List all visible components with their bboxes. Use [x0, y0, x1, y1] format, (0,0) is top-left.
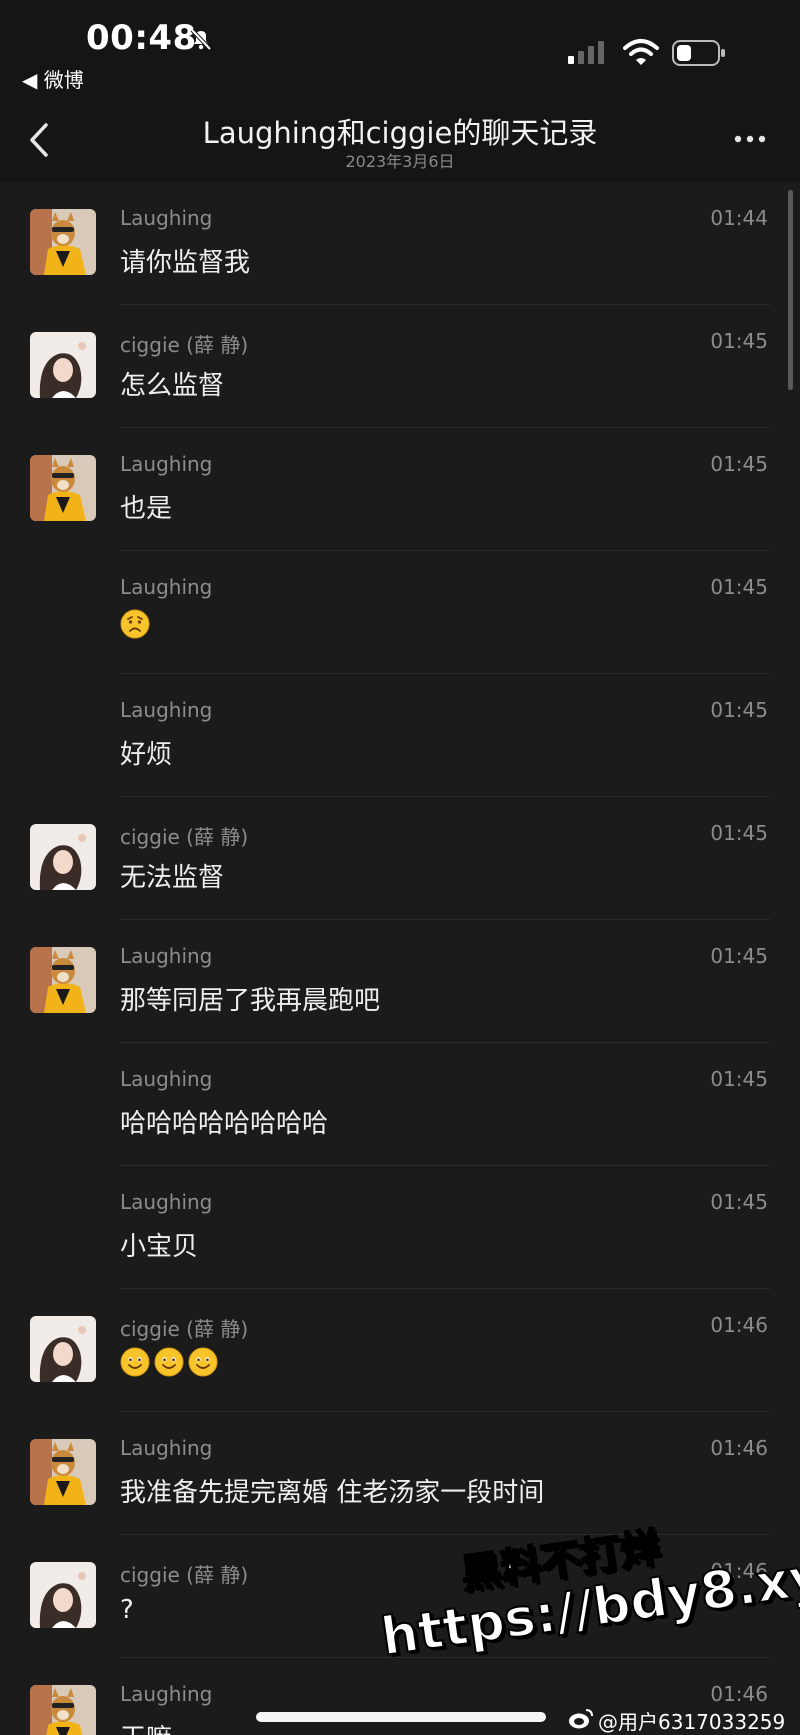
- message-text: 好烦: [120, 740, 173, 770]
- message-time: 01:46: [710, 1313, 768, 1337]
- message-row[interactable]: Laughing 01:44 请你监督我: [0, 182, 800, 305]
- message-row[interactable]: ciggie (薛 静) 01:46: [0, 1289, 800, 1412]
- message-time: 01:45: [710, 1190, 768, 1214]
- message-row[interactable]: Laughing 01:45 那等同居了我再晨跑吧: [0, 920, 800, 1043]
- scrollbar[interactable]: [788, 190, 793, 390]
- avatar-laughing[interactable]: [30, 1685, 96, 1735]
- message-text: 怎么监督: [120, 371, 225, 401]
- sad-face-emoji-icon: [120, 609, 150, 643]
- avatar-ciggie[interactable]: [30, 1562, 96, 1628]
- smile-face-emoji-icon: [188, 1347, 218, 1381]
- message-row[interactable]: Laughing 01:45 哈哈哈哈哈哈哈哈: [0, 1043, 800, 1166]
- message-text: 请你监督我: [120, 248, 251, 278]
- message-text: 那等同居了我再晨跑吧: [120, 986, 381, 1016]
- message-text: 哈哈哈哈哈哈哈哈: [120, 1109, 329, 1139]
- message-sender: Laughing: [120, 944, 213, 968]
- message-sender: Laughing: [120, 1682, 213, 1706]
- message-time: 01:45: [710, 944, 768, 968]
- avatar-ciggie[interactable]: [30, 1316, 96, 1382]
- message-time: 01:45: [710, 329, 768, 353]
- message-sender: ciggie (薛 静): [120, 1563, 249, 1587]
- avatar-laughing[interactable]: [30, 947, 96, 1013]
- message-sender: ciggie (薛 静): [120, 825, 249, 849]
- avatar-laughing[interactable]: [30, 455, 96, 521]
- cellular-signal-icon: [568, 41, 604, 64]
- home-indicator[interactable]: [256, 1712, 546, 1722]
- message-text: 无法监督: [120, 863, 225, 893]
- page-subtitle-date: 2023年3月6日: [345, 152, 455, 171]
- message-sender: Laughing: [120, 452, 213, 476]
- message-sender: Laughing: [120, 575, 213, 599]
- message-time: 01:44: [710, 206, 768, 230]
- back-to-app-link[interactable]: ◀ 微博: [22, 64, 84, 93]
- message-sender: ciggie (薛 静): [120, 333, 249, 357]
- message-sender: Laughing: [120, 1436, 213, 1460]
- battery-icon: [672, 40, 725, 66]
- message-time: 01:45: [710, 698, 768, 722]
- avatar-laughing[interactable]: [30, 1439, 96, 1505]
- smile-face-emoji-icon: [120, 1347, 150, 1381]
- message-row[interactable]: Laughing 01:45: [0, 551, 800, 674]
- message-time: 01:45: [710, 575, 768, 599]
- message-sender: Laughing: [120, 1190, 213, 1214]
- more-options-icon[interactable]: [734, 134, 766, 144]
- weibo-logo-icon: [569, 1709, 593, 1729]
- message-time: 01:46: [710, 1682, 768, 1706]
- message-sender: Laughing: [120, 698, 213, 722]
- message-row[interactable]: ciggie (薛 静) 01:45 怎么监督: [0, 305, 800, 428]
- message-time: 01:46: [710, 1436, 768, 1460]
- message-text: ?: [120, 1595, 134, 1625]
- message-sender: ciggie (薛 静): [120, 1317, 249, 1341]
- message-row[interactable]: Laughing 01:45 好烦: [0, 674, 800, 797]
- avatar-ciggie[interactable]: [30, 332, 96, 398]
- bell-off-icon: [190, 28, 212, 51]
- wifi-icon: [623, 39, 659, 65]
- nav-bar: Laughing和ciggie的聊天记录 2023年3月6日: [0, 96, 800, 182]
- message-time: 01:45: [710, 821, 768, 845]
- message-sender: Laughing: [120, 1067, 213, 1091]
- message-row[interactable]: ciggie (薛 静) 01:45 无法监督: [0, 797, 800, 920]
- message-text: 也是: [120, 494, 173, 524]
- message-list[interactable]: Laughing 01:44 请你监督我 ciggie (薛 静) 01:45 怎么监督 L…: [0, 182, 800, 1735]
- message-sender: Laughing: [120, 206, 213, 230]
- status-time: 00:48: [86, 18, 197, 58]
- message-time: 01:45: [710, 452, 768, 476]
- smile-face-emoji-icon: [154, 1347, 184, 1381]
- avatar-ciggie[interactable]: [30, 824, 96, 890]
- message-emoji-row: [120, 1347, 218, 1381]
- status-bar: 00:48 ◀ 微博: [0, 0, 800, 96]
- message-text: 我准备先提完离婚 住老汤家一段时间: [120, 1478, 545, 1508]
- message-row[interactable]: Laughing 01:45 也是: [0, 428, 800, 551]
- message-row[interactable]: Laughing 01:45 小宝贝: [0, 1166, 800, 1289]
- message-emoji-row: [120, 609, 150, 643]
- avatar-laughing[interactable]: [30, 209, 96, 275]
- message-time: 01:45: [710, 1067, 768, 1091]
- message-text: 干嘛: [120, 1718, 172, 1735]
- page-title: Laughing和ciggie的聊天记录: [202, 116, 598, 150]
- weibo-user-credit: @用户6317033259: [598, 1710, 786, 1734]
- message-text: 小宝贝: [120, 1232, 199, 1262]
